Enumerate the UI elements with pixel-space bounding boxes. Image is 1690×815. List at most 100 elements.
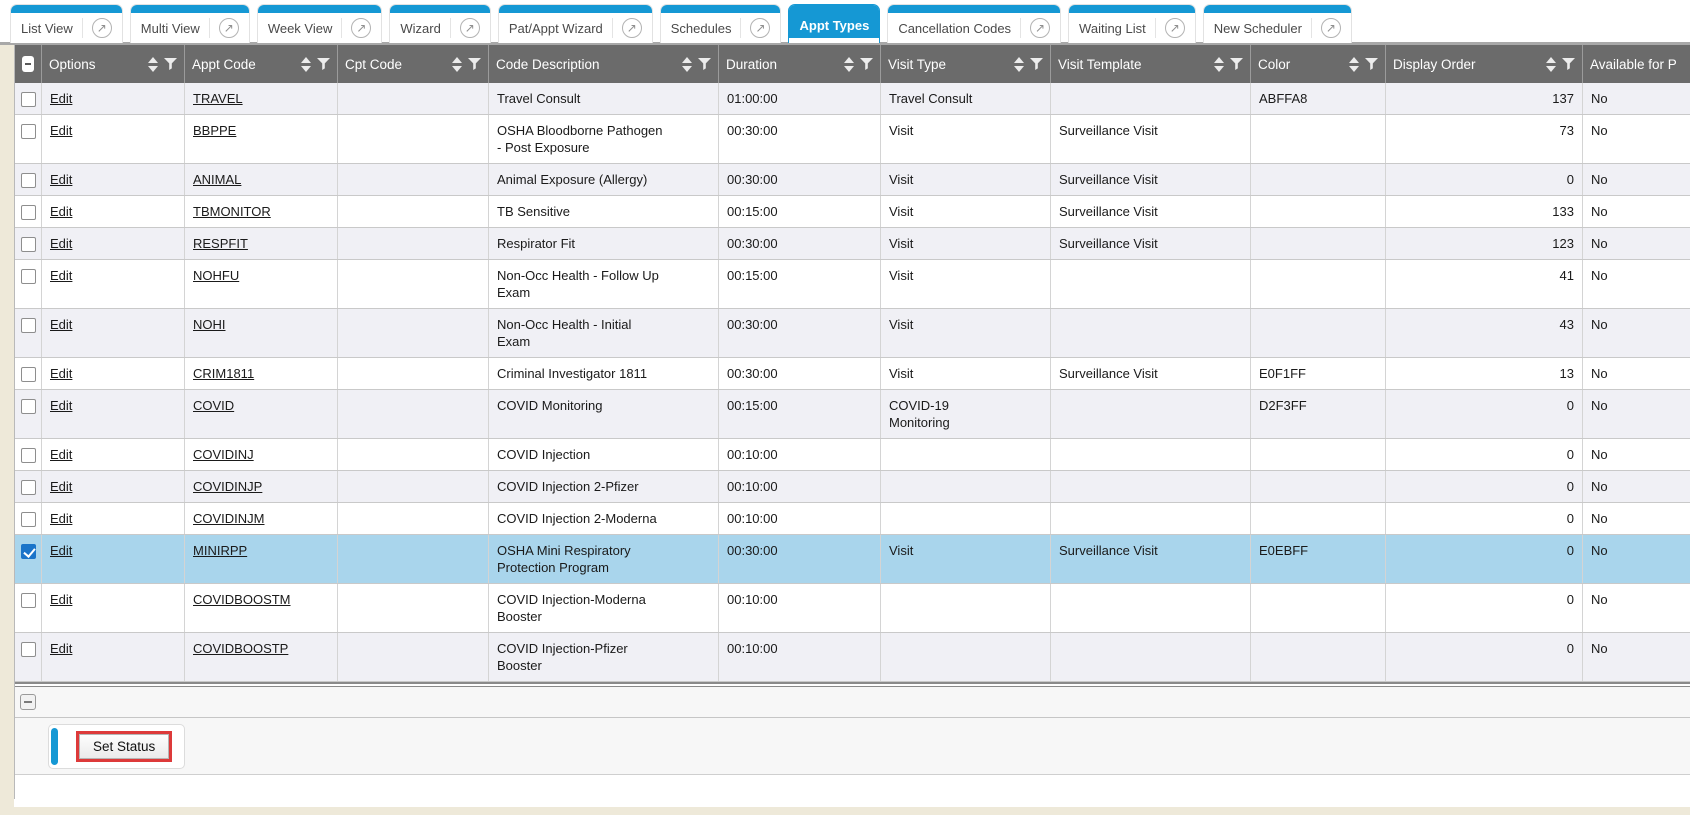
appt-code-link[interactable]: COVIDBOOSTM [193, 592, 291, 607]
row-checkbox[interactable] [21, 318, 36, 333]
column-header-visit-type[interactable]: Visit Type [881, 45, 1051, 83]
select-all-checkbox[interactable] [22, 56, 34, 72]
row-checkbox[interactable] [21, 480, 36, 495]
row-checkbox[interactable] [21, 448, 36, 463]
column-header-appt-code[interactable]: Appt Code [185, 45, 338, 83]
row-checkbox[interactable] [21, 367, 36, 382]
appt-code-link[interactable]: TRAVEL [193, 91, 243, 106]
row-checkbox[interactable] [21, 269, 36, 284]
sort-icon[interactable] [148, 57, 158, 72]
sort-icon[interactable] [1546, 57, 1556, 72]
filter-icon[interactable] [164, 58, 177, 70]
appt-code-link[interactable]: BBPPE [193, 123, 236, 138]
sort-icon[interactable] [452, 57, 462, 72]
tab-pat-appt-wizard[interactable]: Pat/Appt Wizard↗ [498, 4, 653, 43]
sort-icon[interactable] [682, 57, 692, 72]
open-in-new-window-icon[interactable]: ↗ [750, 18, 770, 38]
set-status-button[interactable]: Set Status [79, 734, 169, 759]
edit-link[interactable]: Edit [50, 204, 72, 219]
tab-new-scheduler[interactable]: New Scheduler↗ [1203, 4, 1352, 43]
appt-code-link[interactable]: COVIDINJ [193, 447, 254, 462]
open-in-new-window-icon[interactable]: ↗ [219, 18, 239, 38]
tab-schedules[interactable]: Schedules↗ [660, 4, 782, 43]
filter-icon[interactable] [1230, 58, 1243, 70]
column-header-cpt-code[interactable]: Cpt Code [338, 45, 489, 83]
column-header-available-for-p[interactable]: Available for P [1583, 45, 1690, 83]
appt-code-link[interactable]: TBMONITOR [193, 204, 271, 219]
row-checkbox[interactable] [21, 593, 36, 608]
collapse-group-icon[interactable] [20, 694, 36, 710]
edit-link[interactable]: Edit [50, 447, 72, 462]
tab-wizard[interactable]: Wizard↗ [389, 4, 490, 43]
tab-cancellation-codes[interactable]: Cancellation Codes↗ [887, 4, 1061, 43]
sort-icon[interactable] [844, 57, 854, 72]
column-header-color[interactable]: Color [1251, 45, 1386, 83]
open-in-new-window-icon[interactable]: ↗ [351, 18, 371, 38]
filter-icon[interactable] [1562, 58, 1575, 70]
edit-link[interactable]: Edit [50, 641, 72, 656]
appt-code-link[interactable]: COVID [193, 398, 234, 413]
column-header-options[interactable]: Options [42, 45, 185, 83]
appt-code-link[interactable]: MINIRPP [193, 543, 247, 558]
row-checkbox[interactable] [21, 92, 36, 107]
row-checkbox[interactable] [21, 512, 36, 527]
open-in-new-window-icon[interactable]: ↗ [92, 18, 112, 38]
tab-multi-view[interactable]: Multi View↗ [130, 4, 250, 43]
filter-icon[interactable] [698, 58, 711, 70]
column-header-visit-template[interactable]: Visit Template [1051, 45, 1251, 83]
appt-code-link[interactable]: COVIDBOOSTP [193, 641, 288, 656]
edit-link[interactable]: Edit [50, 398, 72, 413]
edit-link[interactable]: Edit [50, 91, 72, 106]
open-in-new-window-icon[interactable]: ↗ [622, 18, 642, 38]
tab-waiting-list[interactable]: Waiting List↗ [1068, 4, 1196, 43]
appt-code-link[interactable]: NOHFU [193, 268, 239, 283]
filter-icon[interactable] [1030, 58, 1043, 70]
code-description-cell: COVID Injection 2-Pfizer [489, 471, 719, 502]
row-checkbox[interactable] [21, 124, 36, 139]
edit-link[interactable]: Edit [50, 236, 72, 251]
edit-link[interactable]: Edit [50, 479, 72, 494]
column-header-display-order[interactable]: Display Order [1386, 45, 1583, 83]
row-checkbox[interactable] [21, 399, 36, 414]
appt-code-link[interactable]: COVIDINJP [193, 479, 262, 494]
sort-icon[interactable] [1349, 57, 1359, 72]
edit-link[interactable]: Edit [50, 123, 72, 138]
appt-code-link[interactable]: ANIMAL [193, 172, 241, 187]
display-order-cell: 0 [1386, 439, 1583, 470]
open-in-new-window-icon[interactable]: ↗ [1165, 18, 1185, 38]
open-in-new-window-icon[interactable]: ↗ [460, 18, 480, 38]
filter-icon[interactable] [468, 58, 481, 70]
row-checkbox[interactable] [21, 173, 36, 188]
row-checkbox[interactable] [21, 237, 36, 252]
edit-link[interactable]: Edit [50, 317, 72, 332]
tab-appt-types[interactable]: Appt Types [788, 4, 880, 43]
visit-template-cell [1051, 83, 1251, 114]
edit-link[interactable]: Edit [50, 511, 72, 526]
open-in-new-window-icon[interactable]: ↗ [1321, 18, 1341, 38]
open-in-new-window-icon[interactable]: ↗ [1030, 18, 1050, 38]
edit-link[interactable]: Edit [50, 543, 72, 558]
edit-link[interactable]: Edit [50, 172, 72, 187]
tab-list-view[interactable]: List View↗ [10, 4, 123, 43]
sort-icon[interactable] [301, 57, 311, 72]
appt-code-link[interactable]: NOHI [193, 317, 226, 332]
row-checkbox[interactable] [21, 642, 36, 657]
appt-code-link[interactable]: COVIDINJM [193, 511, 265, 526]
column-header-duration[interactable]: Duration [719, 45, 881, 83]
row-checkbox[interactable] [21, 205, 36, 220]
row-checkbox[interactable] [21, 544, 36, 559]
sort-icon[interactable] [1014, 57, 1024, 72]
edit-link[interactable]: Edit [50, 592, 72, 607]
table-row-respfit: EditRESPFITRespirator Fit00:30:00VisitSu… [15, 228, 1690, 260]
code-description-cell: Respirator Fit [489, 228, 719, 259]
filter-icon[interactable] [317, 58, 330, 70]
appt-code-link[interactable]: RESPFIT [193, 236, 248, 251]
edit-link[interactable]: Edit [50, 268, 72, 283]
filter-icon[interactable] [860, 58, 873, 70]
sort-icon[interactable] [1214, 57, 1224, 72]
edit-link[interactable]: Edit [50, 366, 72, 381]
column-header-code-description[interactable]: Code Description [489, 45, 719, 83]
tab-week-view[interactable]: Week View↗ [257, 4, 383, 43]
appt-code-link[interactable]: CRIM1811 [193, 366, 254, 381]
filter-icon[interactable] [1365, 58, 1378, 70]
